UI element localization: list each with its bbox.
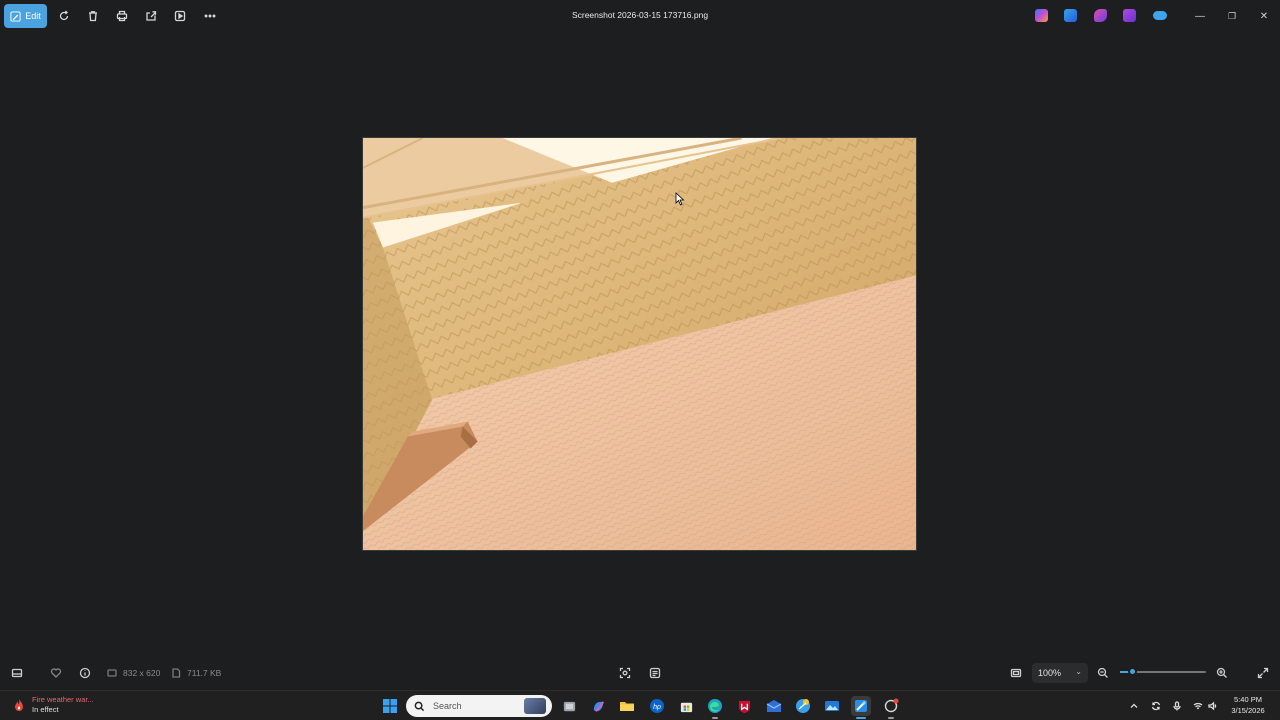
hp-icon: hp xyxy=(650,699,664,713)
chevron-up-icon xyxy=(1130,703,1137,708)
start-button[interactable] xyxy=(380,696,400,716)
close-button[interactable]: ✕ xyxy=(1256,8,1272,24)
filmstrip-icon xyxy=(11,668,23,678)
task-view-button[interactable] xyxy=(559,696,579,716)
maximize-icon: ❐ xyxy=(1227,10,1237,21)
search-highlight-icon xyxy=(524,698,546,714)
taskbar-copilot[interactable] xyxy=(588,696,608,716)
mcafee-icon xyxy=(738,700,750,713)
zoom-slider-thumb[interactable] xyxy=(1128,667,1138,676)
maximize-button[interactable]: ❐ xyxy=(1224,8,1240,24)
wifi-tray-button[interactable] xyxy=(1191,699,1204,712)
volume-tray-button[interactable] xyxy=(1206,699,1219,712)
info-icon xyxy=(79,667,91,679)
favorite-icon xyxy=(50,668,62,678)
displayed-image[interactable] xyxy=(362,137,917,551)
dimensions-icon xyxy=(104,665,120,681)
fullscreen-icon xyxy=(1257,667,1269,679)
clock-date: 3/15/2026 xyxy=(1231,706,1265,715)
weather-app-icon xyxy=(796,699,810,713)
weather-alert-title: Fire weather war... xyxy=(32,695,94,704)
zoom-level-dropdown[interactable]: 100% ⌄ xyxy=(1032,663,1088,683)
svg-text:hp: hp xyxy=(653,704,661,711)
active-app-indicator xyxy=(856,717,866,719)
minimize-icon: — xyxy=(1195,10,1205,22)
show-hidden-icons-button[interactable] xyxy=(1127,699,1140,712)
fullscreen-button[interactable] xyxy=(1255,665,1271,681)
zoom-out-button[interactable] xyxy=(1095,665,1111,681)
ocr-icon xyxy=(649,667,661,679)
store-icon xyxy=(680,702,692,712)
taskbar-hp[interactable]: hp xyxy=(647,696,667,716)
sync-icon xyxy=(1151,701,1160,710)
filesize-icon xyxy=(168,665,184,681)
taskbar-photos-gallery[interactable] xyxy=(822,696,842,716)
close-icon: ✕ xyxy=(1259,10,1269,22)
gallery-icon xyxy=(825,701,839,711)
windows-icon xyxy=(383,699,397,713)
fit-to-window-button[interactable] xyxy=(1008,665,1024,681)
favorite-button[interactable] xyxy=(48,665,64,681)
zoom-in-icon xyxy=(1216,667,1227,678)
taskbar-file-explorer[interactable] xyxy=(617,696,637,716)
photos-app-window: Edit Screenshot 2026-03-15 173716.png — … xyxy=(0,0,1280,690)
copilot-icon xyxy=(593,700,604,712)
edge-icon xyxy=(708,699,722,713)
fit-icon xyxy=(1010,668,1022,678)
taskbar-store[interactable] xyxy=(676,696,696,716)
minimize-button[interactable]: — xyxy=(1192,8,1208,24)
file-size: 711.7 KB xyxy=(187,668,222,678)
photos-editor-icon[interactable] xyxy=(1064,9,1077,22)
wifi-icon xyxy=(1193,702,1202,709)
top-toolbar: Edit Screenshot 2026-03-15 173716.png — … xyxy=(0,0,1280,32)
text-scan-button[interactable] xyxy=(647,665,663,681)
volume-icon xyxy=(1207,701,1216,710)
photos-icon xyxy=(855,700,867,712)
room-photo xyxy=(363,138,916,550)
designer-icon[interactable] xyxy=(1123,9,1136,22)
running-app-indicator xyxy=(712,717,718,719)
window-title: Screenshot 2026-03-15 173716.png xyxy=(571,10,709,20)
windows-taskbar: Fire weather war... In effect Search hp xyxy=(0,690,1280,720)
zoom-out-icon xyxy=(1097,667,1108,678)
clock-time: 5:40 PM xyxy=(1234,695,1262,704)
taskbar-edge[interactable] xyxy=(705,696,725,716)
filmstrip-button[interactable] xyxy=(9,665,25,681)
visual-search-button[interactable] xyxy=(617,665,633,681)
bottom-status-bar: 832 x 620 711.7 KB xyxy=(0,657,1280,689)
running-app-indicator xyxy=(888,717,894,719)
taskbar-search-box[interactable]: Search xyxy=(406,695,552,717)
snipping-tool-icon xyxy=(884,698,899,713)
taskbar-photos-active[interactable] xyxy=(851,696,871,716)
task-view-icon xyxy=(563,701,575,711)
fire-warning-icon xyxy=(15,699,23,711)
copilot-icon[interactable] xyxy=(1035,9,1048,22)
zoom-in-button[interactable] xyxy=(1214,665,1230,681)
taskbar-mcafee[interactable] xyxy=(734,696,754,716)
taskbar-weather-app[interactable] xyxy=(793,696,813,716)
chevron-down-icon: ⌄ xyxy=(1075,667,1082,676)
image-dimensions: 832 x 620 xyxy=(123,668,161,678)
search-icon xyxy=(414,701,425,711)
microphone-tray-button[interactable] xyxy=(1170,699,1183,712)
visual-search-icon xyxy=(619,667,631,679)
search-placeholder: Search xyxy=(433,701,462,711)
clipchamp-icon[interactable] xyxy=(1094,9,1107,22)
mail-icon xyxy=(766,700,782,712)
taskbar-snipping-tool[interactable] xyxy=(881,696,901,716)
zoom-level-value: 100% xyxy=(1038,668,1062,678)
file-info-button[interactable] xyxy=(77,665,93,681)
taskbar-mail[interactable] xyxy=(764,696,784,716)
taskbar-clock[interactable]: 5:40 PM 3/15/2026 xyxy=(1222,694,1274,716)
folder-icon xyxy=(620,702,634,711)
weather-widget[interactable]: Fire weather war... In effect xyxy=(12,695,94,715)
microphone-icon xyxy=(1172,700,1181,710)
mouse-cursor-icon xyxy=(675,192,685,206)
weather-alert-subtitle: In effect xyxy=(32,705,59,714)
sync-tray-button[interactable] xyxy=(1149,699,1162,712)
onedrive-icon[interactable] xyxy=(1153,11,1167,20)
